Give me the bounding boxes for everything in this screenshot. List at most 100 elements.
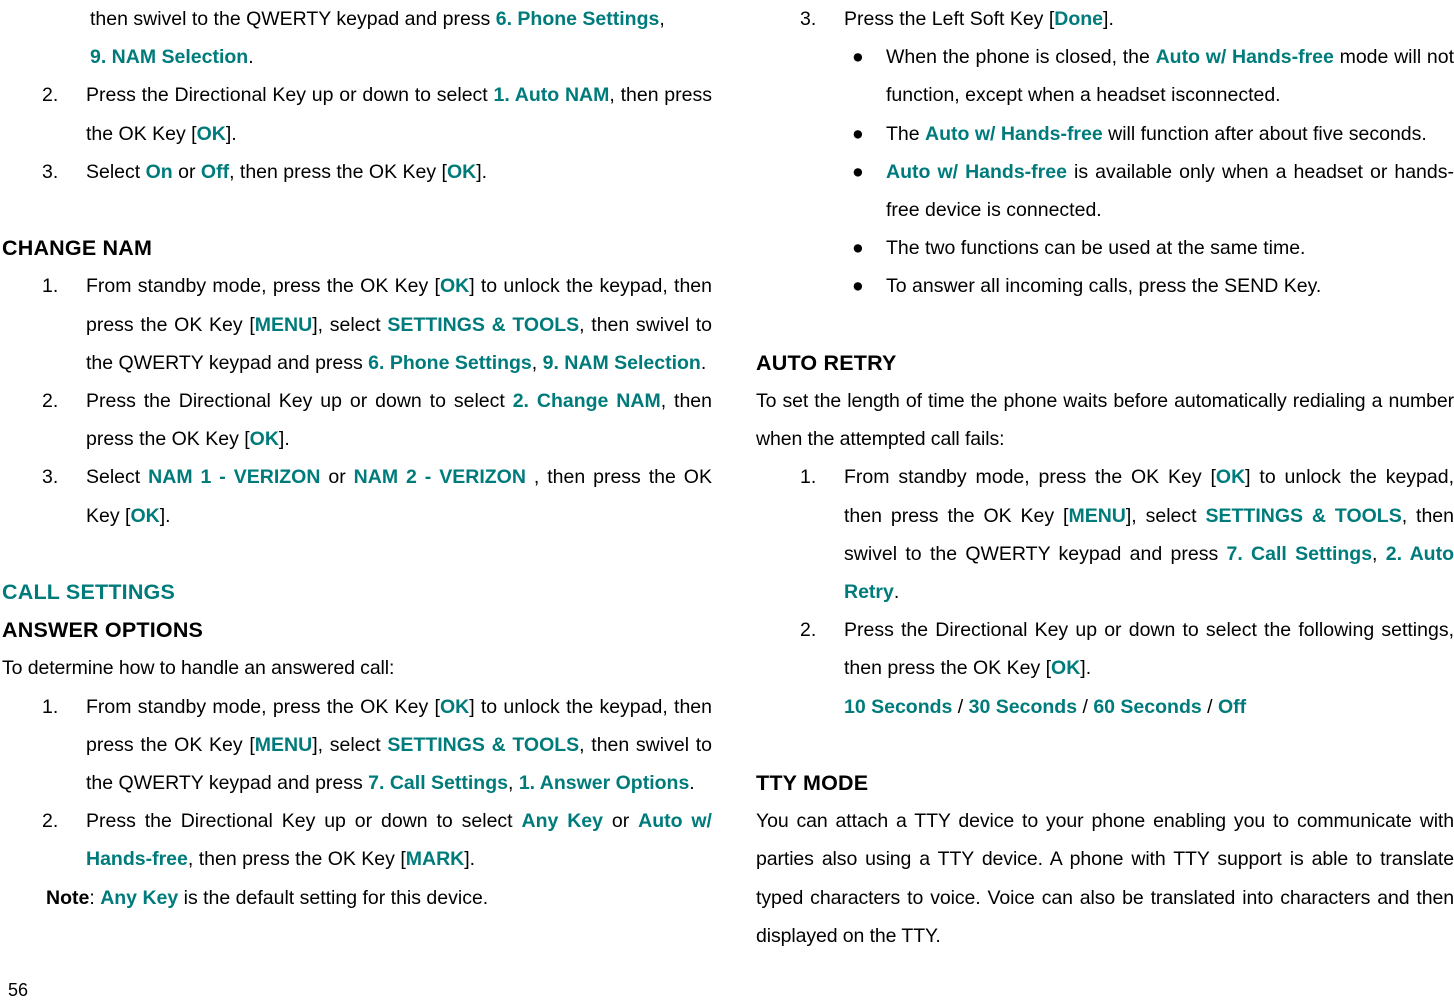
menu-ref-call-settings: 7. Call Settings xyxy=(1226,542,1373,565)
step-text: ]. xyxy=(159,504,171,527)
change-nam-steps: 1. From standby mode, press the OK Key [… xyxy=(2,267,712,534)
step-text: Press the Left Soft Key [ xyxy=(844,8,1055,30)
option-on: On xyxy=(145,160,173,183)
key-ref-ok: OK xyxy=(1215,466,1246,489)
bullet-icon: ● xyxy=(852,122,864,145)
answer-options-steps: 1. From standby mode, press the OK Key [… xyxy=(2,688,712,879)
step-number: 3. xyxy=(800,8,817,30)
auto-retry-intro: To set the length of time the phone wait… xyxy=(756,390,1454,451)
menu-ref-settings-tools: SETTINGS & TOOLS xyxy=(387,733,580,756)
menu-ref-nam-selection: 9. NAM Selection xyxy=(542,351,701,374)
bullet-icon: ● xyxy=(852,275,864,298)
option-10-seconds: 10 Seconds xyxy=(844,695,953,718)
key-ref-ok: OK xyxy=(439,695,470,718)
answer-options-steps-continued: 3. Press the Left Soft Key [Done]. xyxy=(756,0,1454,38)
list-item: ● Auto w/ Hands-free is available only w… xyxy=(756,153,1454,229)
step-text: ]. xyxy=(476,160,488,183)
key-ref-ok: OK xyxy=(130,504,160,527)
key-ref-mark: MARK xyxy=(405,848,465,871)
step-text: Select xyxy=(86,160,146,183)
option-separator: / xyxy=(1201,695,1218,718)
note-text: is the default setting for this device. xyxy=(178,886,489,909)
step-text: or xyxy=(320,466,354,489)
auto-nam-step1-continuation-2: 9. NAM Selection. xyxy=(2,38,712,76)
step-number: 2. xyxy=(42,390,59,413)
auto-retry-steps: 1. From standby mode, press the OK Key [… xyxy=(756,458,1454,687)
list-item: 3. Select On or Off, then press the OK K… xyxy=(2,153,712,191)
manual-page: then swivel to the QWERTY keypad and pre… xyxy=(0,0,1454,1003)
key-ref-ok: OK xyxy=(1051,657,1081,680)
step-text: ], select xyxy=(1125,504,1206,527)
note-label: Note xyxy=(46,886,90,909)
list-item: 1. From standby mode, press the OK Key [… xyxy=(756,458,1454,611)
bullet-icon: ● xyxy=(852,237,864,260)
step-text: ]. xyxy=(278,428,290,451)
menu-ref-change-nam: 2. Change NAM xyxy=(512,390,661,413)
heading-answer-options: ANSWER OPTIONS xyxy=(2,618,204,643)
right-column: 3. Press the Left Soft Key [Done]. ● Whe… xyxy=(756,0,1454,955)
auto-nam-step1-continuation: then swivel to the QWERTY keypad and pre… xyxy=(2,0,712,38)
menu-ref-nam-selection: 9. NAM Selection xyxy=(90,46,249,69)
left-column: then swivel to the QWERTY keypad and pre… xyxy=(0,0,712,917)
auto-nam-steps: 2. Press the Directional Key up or down … xyxy=(2,76,712,191)
bullet-text: The two functions can be used at the sam… xyxy=(886,237,1306,260)
option-separator: / xyxy=(1077,695,1094,718)
step-number: 1. xyxy=(42,275,59,298)
step-text: From standby mode, press the OK Key [ xyxy=(844,466,1216,489)
step-text: or xyxy=(603,810,639,833)
bullet-icon: ● xyxy=(852,46,864,69)
list-item: 2. Press the Directional Key up or down … xyxy=(2,76,712,152)
menu-ref-answer-options: 1. Answer Options xyxy=(518,772,690,795)
step-text: From standby mode, press the OK Key [ xyxy=(86,275,440,298)
step-text: , xyxy=(531,351,543,374)
note-text: : xyxy=(89,886,101,909)
option-auto-hands-free: Auto w/ Hands-free xyxy=(925,122,1103,145)
step-text: . xyxy=(248,46,254,69)
heading-tty-mode: TTY MODE xyxy=(756,771,869,796)
menu-ref-settings-tools: SETTINGS & TOOLS xyxy=(387,313,580,336)
option-auto-hands-free: Auto w/ Hands-free xyxy=(886,160,1067,183)
list-item: ● When the phone is closed, the Auto w/ … xyxy=(756,38,1454,114)
step-text: ]. xyxy=(464,848,476,871)
auto-retry-options: 10 Seconds / 30 Seconds / 60 Seconds / O… xyxy=(756,688,1454,726)
menu-ref-call-settings: 7. Call Settings xyxy=(368,772,508,795)
option-any-key: Any Key xyxy=(100,886,179,909)
step-text: ]. xyxy=(225,122,237,145)
menu-ref-settings-tools: SETTINGS & TOOLS xyxy=(1205,504,1402,527)
list-item: 3. Select NAM 1 - VERIZON or NAM 2 - VER… xyxy=(2,458,712,534)
step-text: , then press the OK Key [ xyxy=(187,848,406,871)
step-text: ]. xyxy=(1103,8,1114,30)
menu-ref-phone-settings: 6. Phone Settings xyxy=(495,8,660,30)
option-auto-hands-free: Auto w/ Hands-free xyxy=(1155,46,1334,69)
step-text: then swivel to the QWERTY keypad and pre… xyxy=(90,8,496,30)
step-number: 3. xyxy=(42,466,59,489)
list-item: 2. Press the Directional Key up or down … xyxy=(2,802,712,878)
step-text: Press the Directional Key up or down to … xyxy=(86,810,522,833)
answer-options-note: Note: Any Key is the default setting for… xyxy=(2,879,712,917)
key-ref-menu: MENU xyxy=(254,313,313,336)
step-text: Press the Directional Key up or down to … xyxy=(86,390,513,413)
key-ref-ok: OK xyxy=(446,160,477,183)
step-text: Select xyxy=(86,466,149,489)
heading-change-nam: CHANGE NAM xyxy=(2,236,153,261)
bullet-text: will function after about five seconds. xyxy=(1102,122,1427,145)
step-text: . xyxy=(700,351,707,374)
step-text: From standby mode, press the OK Key [ xyxy=(86,695,440,718)
step-text: , xyxy=(659,8,665,30)
heading-auto-retry: AUTO RETRY xyxy=(756,350,897,375)
answer-options-intro: To determine how to handle an answered c… xyxy=(2,657,395,680)
step-number: 1. xyxy=(800,466,817,489)
step-number: 2. xyxy=(42,810,59,833)
list-item: 1. From standby mode, press the OK Key [… xyxy=(2,688,712,803)
step-text: , xyxy=(1372,542,1386,565)
step-text: ]. xyxy=(1080,657,1092,680)
bullet-text: When the phone is closed, the xyxy=(886,46,1156,69)
option-60-seconds: 60 Seconds xyxy=(1093,695,1202,718)
option-separator: / xyxy=(952,695,969,718)
option-any-key: Any Key xyxy=(521,810,604,833)
list-item: ● To answer all incoming calls, press th… xyxy=(756,267,1454,305)
